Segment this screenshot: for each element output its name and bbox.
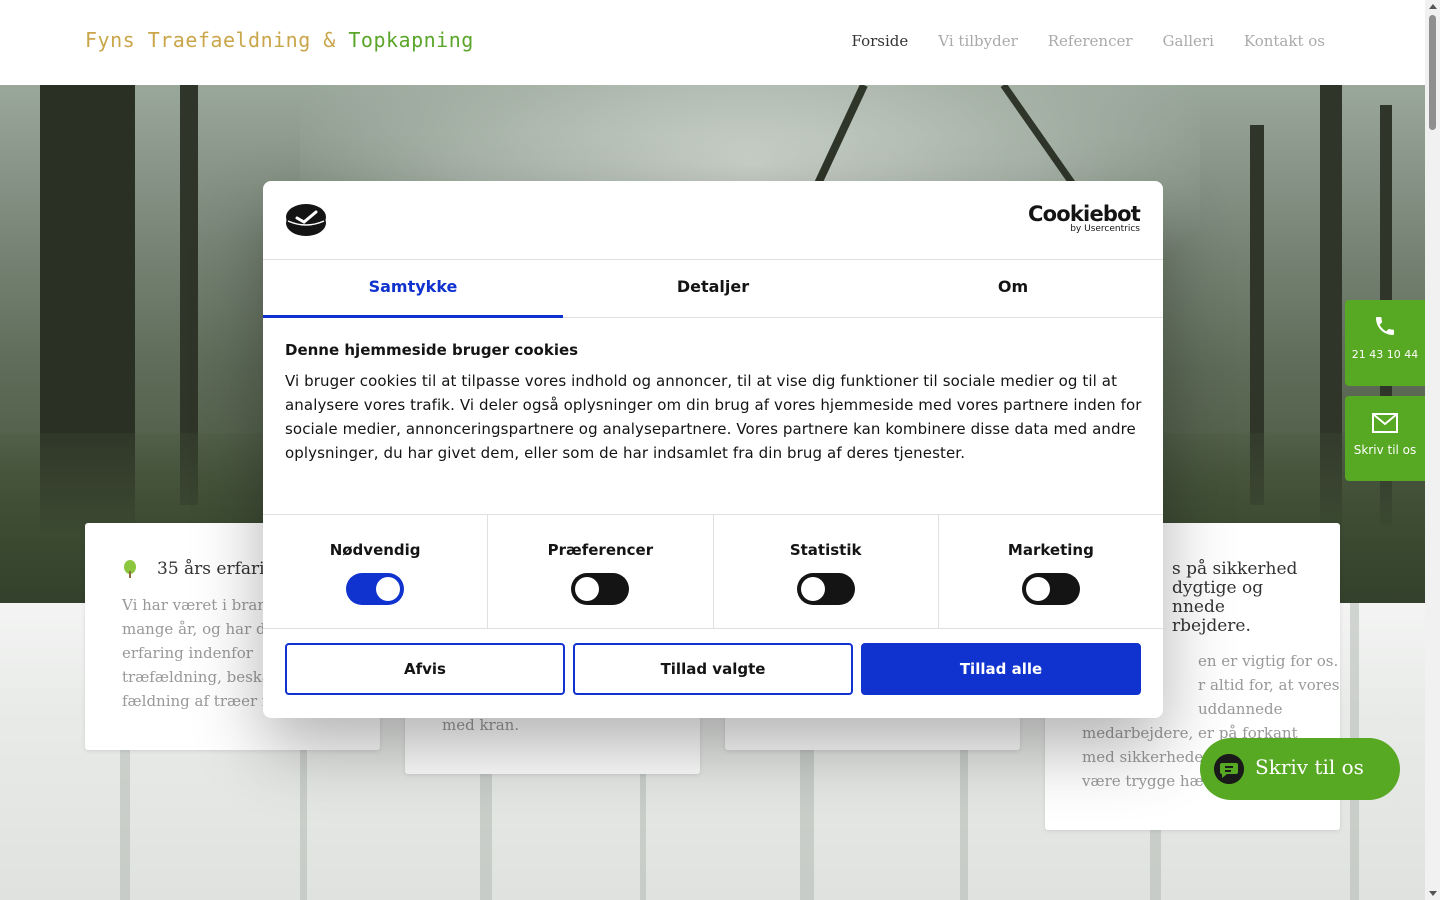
nav-galleri[interactable]: Galleri bbox=[1163, 32, 1214, 50]
chat-button[interactable]: Skriv til os bbox=[1200, 738, 1400, 800]
toggle-marketing[interactable] bbox=[1021, 573, 1080, 605]
toggle-group-necessary: Nødvendig bbox=[263, 515, 489, 628]
tab-detaljer[interactable]: Detaljer bbox=[563, 260, 863, 317]
nav-forside[interactable]: Forside bbox=[852, 32, 909, 50]
main-nav: Forside Vi tilbyder Referencer Galleri K… bbox=[852, 32, 1325, 50]
dialog-body: Denne hjemmeside bruger cookies Vi bruge… bbox=[285, 341, 1145, 465]
phone-icon bbox=[1376, 317, 1394, 335]
dialog-heading: Denne hjemmeside bruger cookies bbox=[285, 341, 579, 359]
toggle-group-preferences: Præferencer bbox=[488, 515, 714, 628]
nav-referencer[interactable]: Referencer bbox=[1048, 32, 1133, 50]
phone-button[interactable]: 21 43 10 44 bbox=[1345, 300, 1425, 386]
envelope-icon bbox=[1372, 413, 1398, 433]
cookiebot-brand[interactable]: Cookiebot by Usercentrics bbox=[1028, 203, 1141, 234]
dialog-header: Cookiebot by Usercentrics bbox=[263, 181, 1163, 260]
toggle-knob bbox=[575, 577, 600, 601]
scroll-up-arrow-icon[interactable] bbox=[1429, 4, 1437, 9]
nav-vi-tilbyder[interactable]: Vi tilbyder bbox=[938, 32, 1017, 50]
write-to-us-button[interactable]: Skriv til os bbox=[1345, 396, 1425, 481]
allow-selected-button[interactable]: Tillad valgte bbox=[573, 643, 853, 695]
cookie-consent-dialog: Cookiebot by Usercentrics Samtykke Detal… bbox=[263, 181, 1163, 718]
toggle-necessary[interactable] bbox=[346, 573, 405, 605]
dialog-tabs: Samtykke Detaljer Om bbox=[263, 260, 1163, 318]
tab-samtykke[interactable]: Samtykke bbox=[263, 260, 563, 318]
toggle-preferences[interactable] bbox=[571, 573, 630, 605]
scrollbar-thumb[interactable] bbox=[1429, 15, 1436, 130]
site-logo[interactable]: Fyns Traefaeldning & Topkapning bbox=[85, 28, 474, 52]
site-header: Fyns Traefaeldning & Topkapning Forside … bbox=[0, 0, 1425, 85]
scroll-down-arrow-icon[interactable] bbox=[1429, 891, 1437, 896]
toggle-knob bbox=[376, 577, 401, 601]
dialog-buttons: Afvis Tillad valgte Tillad alle bbox=[285, 643, 1141, 695]
nav-kontakt-os[interactable]: Kontakt os bbox=[1244, 32, 1325, 50]
consent-toggles: Nødvendig Præferencer Statistik Marketin… bbox=[263, 514, 1163, 629]
toggle-group-marketing: Marketing bbox=[939, 515, 1163, 628]
toggle-knob bbox=[1025, 577, 1050, 601]
leaf-icon bbox=[124, 560, 136, 578]
allow-all-button[interactable]: Tillad alle bbox=[861, 643, 1141, 695]
cookiebot-logo-icon bbox=[286, 204, 326, 236]
toggle-statistics[interactable] bbox=[796, 573, 855, 605]
toggle-group-statistics: Statistik bbox=[714, 515, 939, 628]
reject-button[interactable]: Afvis bbox=[285, 643, 565, 695]
dialog-text: Vi bruger cookies til at tilpasse vores … bbox=[285, 372, 1142, 462]
chat-icon bbox=[1214, 754, 1244, 784]
tab-om[interactable]: Om bbox=[863, 260, 1163, 317]
page-scrollbar[interactable] bbox=[1425, 0, 1440, 900]
toggle-knob bbox=[800, 577, 825, 601]
